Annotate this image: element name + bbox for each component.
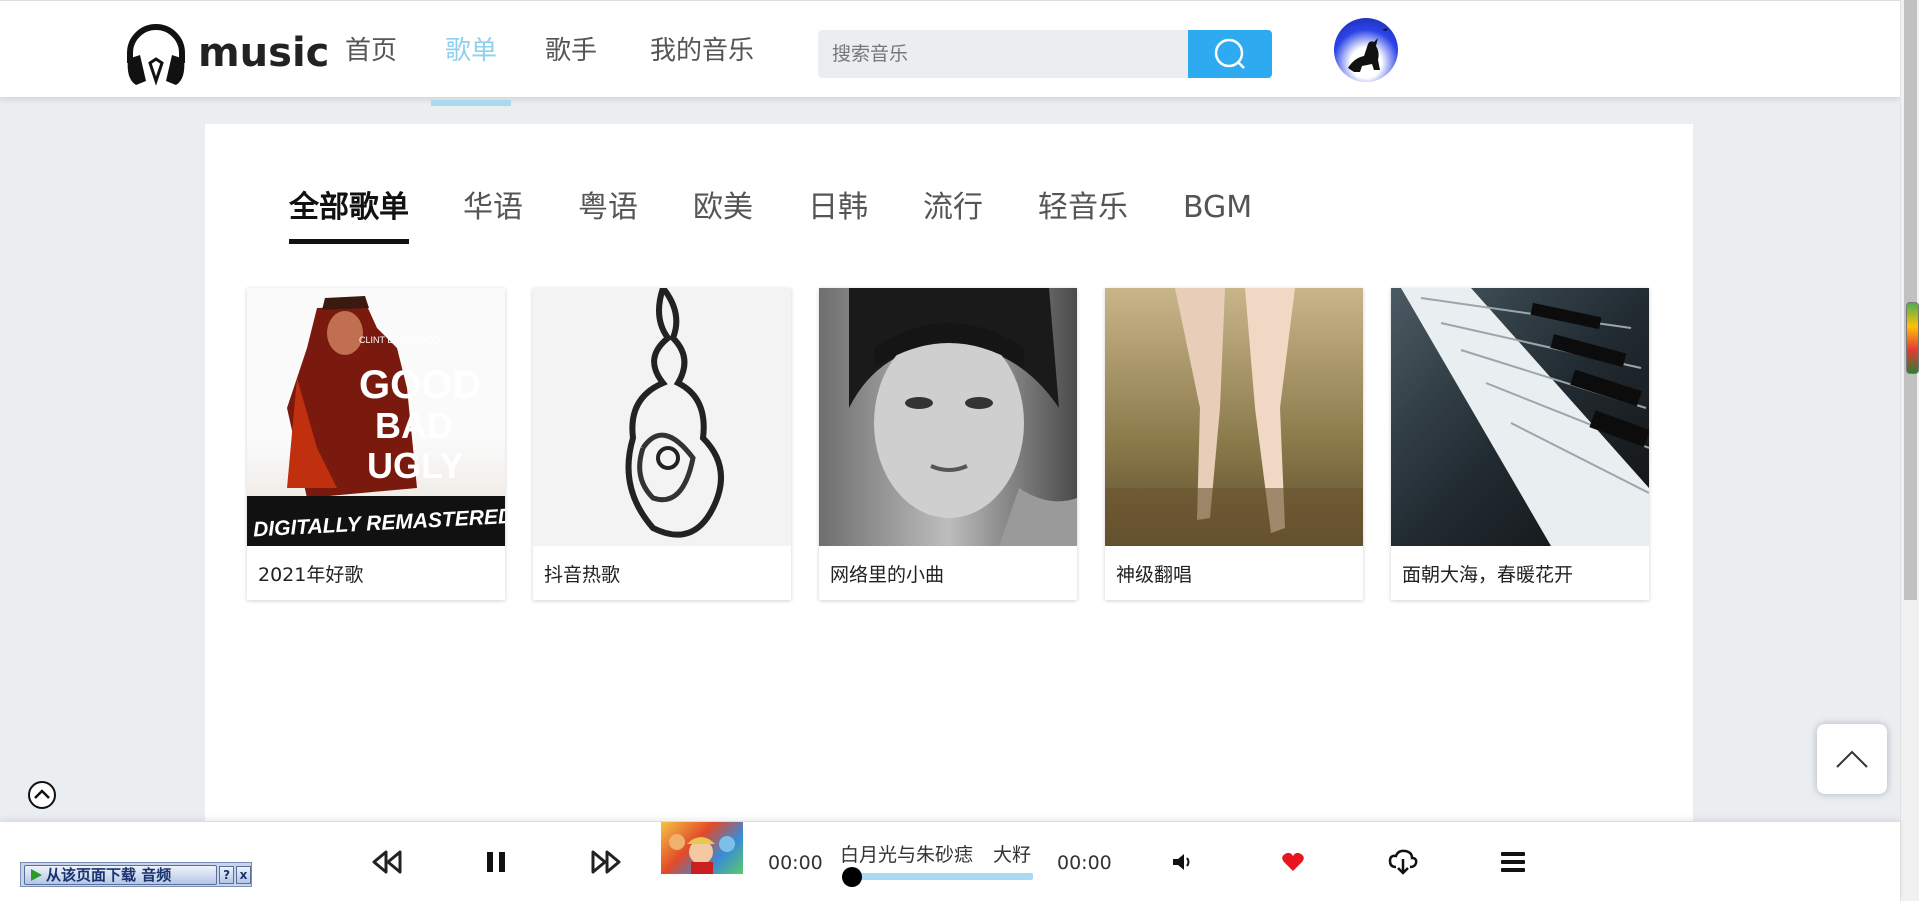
- playlist-title: 抖音热歌: [544, 564, 621, 586]
- progress-bar[interactable]: [842, 867, 1033, 887]
- playlist-panel: 全部歌单 华语 粤语 欧美 日韩 流行 轻音乐 BGM CLINT EASTWO…: [205, 124, 1693, 824]
- playlist-grid: CLINT EASTWOOD GOOD BAD UGLY DIGITALLY R…: [247, 288, 1649, 600]
- portrait-image: [849, 288, 1077, 546]
- cloud-download-icon: [1388, 849, 1418, 875]
- playlist-card[interactable]: 抖音热歌: [533, 288, 791, 600]
- side-equalizer-widget[interactable]: [1906, 302, 1919, 374]
- now-playing-cover[interactable]: [661, 822, 743, 874]
- now-playing-info: 白月光与朱砂痣 大籽: [840, 840, 1031, 867]
- anime-cover-image: [669, 834, 735, 874]
- top-header: music 首页 歌单 歌手 我的音乐: [0, 0, 1900, 106]
- tab-cantonese[interactable]: 粤语: [578, 188, 638, 244]
- back-to-top-button[interactable]: [1817, 724, 1887, 794]
- collapse-player-icon[interactable]: [27, 780, 57, 810]
- nav-singers[interactable]: 歌手: [545, 1, 597, 98]
- song-name: 白月光与朱砂痣: [840, 844, 974, 866]
- search-button[interactable]: [1188, 30, 1272, 78]
- playlist-cover: [1391, 288, 1649, 546]
- page-scrollbar[interactable]: [1900, 0, 1919, 901]
- playlist-cover: [1105, 288, 1363, 546]
- playlist-card[interactable]: CLINT EASTWOOD GOOD BAD UGLY DIGITALLY R…: [247, 288, 505, 600]
- piano-keys-image: [1401, 288, 1649, 546]
- poster-line-2: BAD: [375, 405, 453, 446]
- tape-guitar-image: [625, 288, 724, 538]
- playlist-title: 神级翻唱: [1116, 564, 1193, 586]
- duration-time: 00:00: [1057, 852, 1112, 874]
- scrollbar-thumb[interactable]: [1904, 0, 1917, 600]
- tab-all[interactable]: 全部歌单: [289, 188, 409, 244]
- playlist-menu-button[interactable]: [1493, 842, 1533, 882]
- tab-light-music[interactable]: 轻音乐: [1038, 188, 1128, 244]
- volume-button[interactable]: [1163, 842, 1203, 882]
- heart-icon: [1282, 852, 1304, 871]
- search-input[interactable]: [818, 30, 1188, 78]
- download-extension-bar: 从该页面下载 音频 ? x: [20, 862, 252, 887]
- download-help-button[interactable]: ?: [219, 865, 235, 884]
- tab-western[interactable]: 欧美: [693, 188, 753, 244]
- tab-pop[interactable]: 流行: [923, 188, 983, 244]
- playlist-cover: [533, 288, 791, 546]
- playlist-card[interactable]: 面朝大海，春暖花开: [1391, 288, 1649, 600]
- logo-text: music: [198, 30, 330, 76]
- tab-chinese[interactable]: 华语: [463, 188, 523, 244]
- current-time: 00:00: [768, 852, 823, 874]
- headphones-logo-icon: [127, 24, 185, 86]
- search-icon: [1214, 38, 1245, 69]
- pause-icon: [487, 852, 505, 872]
- volume-icon: [1173, 854, 1190, 870]
- fast-forward-button[interactable]: [586, 842, 626, 882]
- walking-legs-image: [1105, 288, 1363, 546]
- playlist-card[interactable]: 网络里的小曲: [819, 288, 1077, 600]
- search-bar: [818, 30, 1272, 78]
- artist-name: 大籽: [993, 844, 1032, 866]
- tab-bgm[interactable]: BGM: [1183, 188, 1252, 244]
- nav-my-music[interactable]: 我的音乐: [650, 1, 754, 98]
- movie-poster-image: CLINT EASTWOOD GOOD BAD UGLY DIGITALLY R…: [247, 296, 505, 546]
- nav-home[interactable]: 首页: [345, 1, 397, 98]
- fast-forward-icon: [591, 850, 621, 874]
- nav-playlists[interactable]: 歌单: [431, 1, 512, 106]
- playlist-title: 2021年好歌: [258, 564, 364, 586]
- tab-jpkr[interactable]: 日韩: [808, 188, 868, 244]
- download-audio-label: 从该页面下载 音频: [46, 866, 172, 884]
- logo[interactable]: music: [122, 19, 329, 87]
- download-audio-button[interactable]: 从该页面下载 音频: [24, 864, 218, 885]
- poster-line-1: GOOD: [359, 363, 481, 407]
- pause-button[interactable]: [476, 842, 516, 882]
- playlist-title: 面朝大海，春暖花开: [1402, 564, 1574, 586]
- player-bar: 从该页面下载 音频 ? x 00:00 白月光与朱砂痣 大籽 00:00: [0, 821, 1900, 901]
- playlist-cover: [819, 288, 1077, 546]
- svg-text:CLINT EASTWOOD: CLINT EASTWOOD: [359, 335, 440, 345]
- play-triangle-icon: [31, 868, 42, 881]
- main-nav: 首页 歌单 歌手 我的音乐: [345, 1, 754, 106]
- playlist-card[interactable]: 神级翻唱: [1105, 288, 1363, 600]
- user-avatar[interactable]: [1334, 18, 1398, 82]
- progress-knob[interactable]: [842, 867, 862, 887]
- poster-line-3: UGLY: [367, 445, 464, 486]
- menu-icon: [1501, 852, 1525, 872]
- rewind-icon: [372, 850, 402, 874]
- rewind-button[interactable]: [367, 842, 407, 882]
- category-tabs: 全部歌单 华语 粤语 欧美 日韩 流行 轻音乐 BGM: [289, 188, 1252, 244]
- chevron-up-icon: [1836, 750, 1868, 768]
- download-button[interactable]: [1383, 842, 1423, 882]
- like-button[interactable]: [1273, 842, 1313, 882]
- download-close-button[interactable]: x: [236, 865, 251, 884]
- playlist-cover: CLINT EASTWOOD GOOD BAD UGLY DIGITALLY R…: [247, 288, 505, 546]
- playlist-title: 网络里的小曲: [830, 564, 945, 586]
- goat-avatar-icon: [1348, 28, 1388, 72]
